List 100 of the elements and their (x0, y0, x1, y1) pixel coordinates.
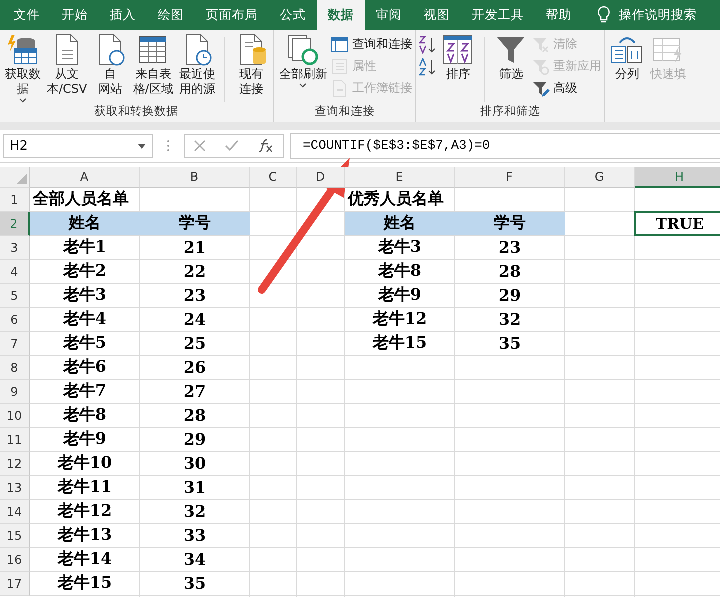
row-header[interactable]: 6 (0, 308, 30, 332)
group-label: 排序和筛选 (479, 104, 542, 120)
ribbon-button[interactable]: 获取数 据 (3, 33, 43, 104)
table-cell-text: 35 (498, 333, 522, 355)
row-header[interactable]: 16 (0, 548, 30, 572)
ribbon-button[interactable]: 全部刷新 (277, 33, 330, 104)
table-cell: 姓名 (30, 212, 140, 235)
ribbon-tab[interactable]: 帮助 (535, 0, 583, 30)
ribbon-tab[interactable]: 数据 (317, 0, 365, 30)
table-cell-text: 31 (182, 477, 208, 499)
clear-filter-icon (532, 36, 550, 54)
row-header[interactable]: 13 (0, 476, 30, 500)
table-cell: 学号 (140, 212, 250, 235)
dropdown-icon (138, 144, 146, 148)
row-header[interactable]: 9 (0, 380, 30, 404)
table-cell-text: 老牛11 (56, 476, 114, 498)
formula-field[interactable]: =COUNTIF($E$3:$E$7,A3)=0 (290, 133, 720, 159)
advanced-filter-icon (532, 80, 550, 98)
row-header[interactable]: 4 (0, 260, 30, 284)
ribbon-button[interactable]: 来自表 格/区域 (131, 33, 176, 104)
table-cell-text: 26 (182, 357, 208, 379)
ribbon-tab[interactable]: 页面布局 (195, 0, 269, 30)
table-cell-text: 老牛6 (62, 356, 108, 378)
ribbon-button[interactable] (419, 57, 438, 76)
group-label: 获取和转换数据 (94, 104, 180, 120)
table-cell-text: 28 (182, 405, 208, 427)
row-header[interactable]: 5 (0, 284, 30, 308)
table-cell-text: 21 (182, 237, 208, 259)
refresh-icon (286, 33, 320, 67)
row-header[interactable]: 8 (0, 356, 30, 380)
table-cell-text: 23 (498, 237, 522, 259)
column-header[interactable]: H (635, 167, 720, 188)
table-cell-text: 28 (498, 261, 522, 283)
ribbon-tab[interactable]: 开始 (51, 0, 99, 30)
table-cell-text: 老牛12 (56, 500, 114, 522)
sort-ascending-icon (419, 36, 438, 54)
ribbon-button[interactable]: 高级 (532, 79, 602, 98)
ribbon-button[interactable]: 从文 本/CSV (45, 33, 90, 104)
ribbon-button[interactable]: 排序 (439, 33, 478, 104)
ribbon-button[interactable] (419, 35, 438, 54)
ribbon-button[interactable]: 分列 (608, 33, 646, 104)
ribbon-button[interactable]: 现有 连接 (232, 33, 270, 104)
table-cell-text: 老牛5 (62, 332, 108, 354)
column-header[interactable]: D (297, 167, 345, 188)
ribbon-button[interactable]: 筛选 (492, 33, 530, 104)
link-document-icon (331, 80, 350, 98)
table-cell-text: 老牛3 (377, 236, 423, 258)
ribbon-tab[interactable]: 插入 (99, 0, 147, 30)
row-header[interactable]: 10 (0, 404, 30, 428)
row-header[interactable]: 15 (0, 524, 30, 548)
column-header[interactable]: G (565, 167, 635, 188)
table-cell: 姓名 (345, 212, 455, 235)
sort-descending-icon (419, 58, 438, 76)
table-cell-text: 老牛9 (377, 284, 423, 306)
column-header[interactable]: C (250, 167, 297, 188)
row-header[interactable]: 12 (0, 452, 30, 476)
row-header[interactable]: 1 (0, 188, 30, 212)
database-icon (6, 33, 40, 67)
row-header[interactable]: 17 (0, 572, 30, 596)
table-cell-text: 老牛13 (56, 524, 114, 546)
table-cell-text: 老牛1 (62, 236, 108, 258)
column-header[interactable]: F (455, 167, 565, 188)
reapply-filter-icon (532, 58, 550, 76)
table-cell-text: 30 (182, 453, 208, 475)
name-box[interactable]: H2 (3, 134, 153, 158)
ribbon-tab[interactable]: 开发工具 (461, 0, 535, 30)
ribbon-button[interactable]: 查询和连接 (331, 35, 412, 54)
group-label: 查询和连接 (314, 104, 376, 120)
ribbon-tab[interactable]: 审阅 (365, 0, 413, 30)
row-header[interactable]: 2 (0, 212, 30, 236)
ribbon-tab[interactable]: 绘图 (147, 0, 195, 30)
table-title: 全部人员名单 (32, 188, 129, 210)
check-icon[interactable] (224, 140, 239, 152)
ribbon-tab[interactable]: 公式 (269, 0, 317, 30)
row-header[interactable]: 7 (0, 332, 30, 356)
table-cell-text: 老牛15 (56, 572, 114, 594)
row-header[interactable]: 11 (0, 428, 30, 452)
table-cell-text: 22 (182, 261, 208, 283)
row-header[interactable]: 14 (0, 500, 30, 524)
table-cell-text: 33 (182, 525, 208, 547)
table-cell-text: 34 (182, 549, 208, 571)
table-cell-text: 24 (182, 309, 208, 331)
column-header[interactable]: A (30, 167, 140, 188)
table-cell-text: 老牛10 (56, 452, 114, 474)
table-cell-text: 29 (498, 285, 522, 307)
column-header[interactable]: B (140, 167, 250, 188)
ribbon-tab[interactable]: 文件 (3, 0, 51, 30)
column-header[interactable]: E (345, 167, 455, 188)
insert-function-icon[interactable] (258, 139, 274, 153)
table-cell-text: 27 (182, 381, 208, 403)
tell-me-search[interactable]: 操作说明搜索 (619, 6, 697, 24)
table-cell-text: 老牛8 (62, 404, 108, 426)
table-cell-text: 35 (182, 573, 208, 595)
lightbulb-icon (597, 6, 611, 24)
ribbon-button[interactable]: 自 网站 (91, 33, 130, 104)
table-cell-text: 32 (182, 501, 208, 523)
ribbon-button[interactable]: 最近使 用的源 (177, 33, 218, 104)
row-header[interactable]: 3 (0, 236, 30, 260)
table-cell-text: 32 (498, 309, 522, 331)
ribbon-tab[interactable]: 视图 (413, 0, 461, 30)
